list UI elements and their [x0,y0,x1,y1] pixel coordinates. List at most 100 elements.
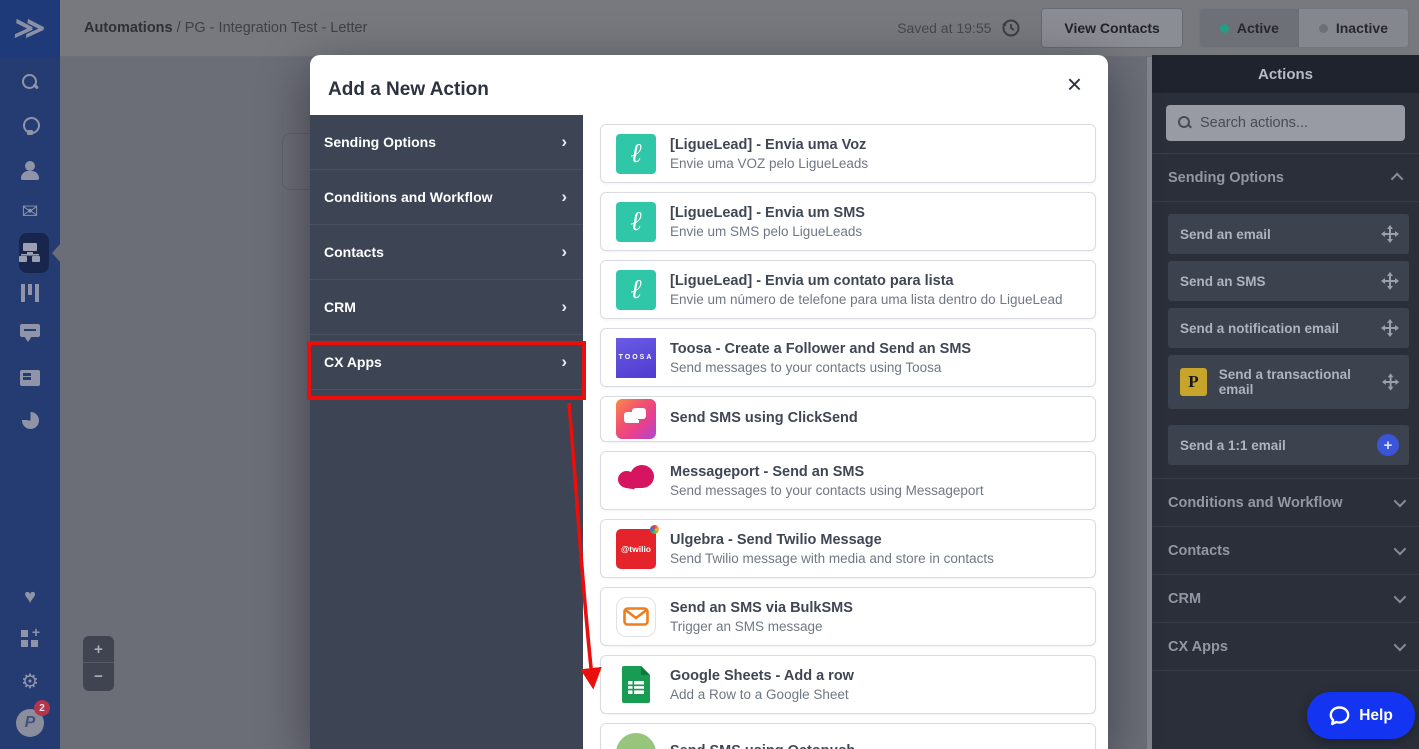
sending-options-items: Send an email Send an SMS Send a notific… [1152,202,1419,479]
zoom-out-button[interactable]: − [83,663,114,690]
list-item-toosa[interactable]: TOOSA Toosa - Create a Follower and Send… [600,328,1096,387]
action-send-1-1-email[interactable]: Send a 1:1 email + [1168,425,1409,465]
modal-category-menu: Sending Options› Conditions and Workflow… [310,115,583,749]
browser-window-icon [20,370,40,386]
list-item-messageport[interactable]: Messageport - Send an SMSSend messages t… [600,451,1096,510]
sidebar-item-sites[interactable] [0,358,60,398]
menu-contacts[interactable]: Contacts› [310,225,583,280]
menu-sending-options[interactable]: Sending Options› [310,115,583,170]
chevron-down-icon [1394,543,1407,556]
top-bar: Automations / PG - Integration Test - Le… [60,0,1419,57]
group-conditions-workflow[interactable]: Conditions and Workflow [1152,479,1419,527]
toggle-active[interactable]: Active [1200,9,1299,47]
person-icon [20,161,40,179]
action-list: ℓ [LigueLead] - Envia uma VozEnvie uma V… [583,115,1108,749]
modal-title: Add a New Action [328,79,489,101]
group-contacts[interactable]: Contacts [1152,527,1419,575]
search-icon [1178,116,1192,130]
sidebar-item-apps[interactable] [0,619,60,659]
sidebar-item-search[interactable] [0,62,60,102]
chevron-up-icon [1391,173,1404,186]
group-cx-apps[interactable]: CX Apps [1152,623,1419,671]
canvas-zoom-controls: + − [83,636,114,691]
kanban-icon [21,284,39,302]
liguelead-icon: ℓ [616,270,656,310]
toggle-inactive[interactable]: Inactive [1299,9,1408,47]
menu-conditions-workflow[interactable]: Conditions and Workflow› [310,170,583,225]
list-item-ulgebra-twilio[interactable]: @twilio Ulgebra - Send Twilio MessageSen… [600,519,1096,578]
help-button[interactable]: Help [1307,692,1415,739]
active-inactive-toggle: Active Inactive [1199,8,1409,48]
sidebar-item-automations[interactable] [0,233,60,273]
close-icon[interactable]: × [1067,71,1082,97]
saved-status: Saved at 19:55 [897,20,991,36]
plus-circle-icon[interactable]: + [1377,434,1399,456]
view-contacts-button[interactable]: View Contacts [1041,8,1182,48]
list-item-liguelead-sms[interactable]: ℓ [LigueLead] - Envia um SMSEnvie um SMS… [600,192,1096,251]
list-item-liguelead-voz[interactable]: ℓ [LigueLead] - Envia uma VozEnvie uma V… [600,124,1096,183]
sidebar-item-ideas[interactable] [0,106,60,146]
chevron-down-icon [1394,495,1407,508]
chevron-right-icon: › [561,132,567,152]
sidebar-item-contacts[interactable] [0,150,60,190]
action-send-transactional-email[interactable]: P Send a transactional email [1168,355,1409,409]
list-item-liguelead-contato[interactable]: ℓ [LigueLead] - Envia um contato para li… [600,260,1096,319]
chevron-right-icon: › [561,242,567,262]
move-icon[interactable] [1381,225,1399,243]
chevron-right-icon: › [561,297,567,317]
google-sheets-icon [616,665,656,705]
toosa-icon: TOOSA [616,338,656,378]
sidebar-item-email[interactable]: ✉ [0,192,60,232]
action-send-notification-email[interactable]: Send a notification email [1168,308,1409,348]
actions-panel: Actions Sending Options Send an email Se… [1152,55,1419,749]
move-icon[interactable] [1381,319,1399,337]
gear-icon: ⚙ [21,672,39,692]
logo-chevrons-icon: ≫ [12,11,47,46]
action-send-sms[interactable]: Send an SMS [1168,261,1409,301]
history-icon[interactable] [1001,18,1021,38]
help-chat-icon [1329,706,1350,726]
breadcrumb-current: PG - Integration Test - Letter [185,20,368,36]
chevron-down-icon [1394,591,1407,604]
pie-chart-icon [22,412,39,429]
move-icon[interactable] [1381,272,1399,290]
zoom-in-button[interactable]: + [83,636,114,663]
sidebar-item-settings[interactable]: ⚙ [0,662,60,702]
sidebar-item-kanban[interactable] [0,273,60,313]
chevron-right-icon: › [561,187,567,207]
color-dot-icon [650,525,659,534]
sidebar-item-conversations[interactable] [0,313,60,353]
move-icon[interactable] [1382,373,1399,391]
active-item-notch [52,243,61,263]
active-dot-icon [1220,24,1229,33]
list-item-octopush[interactable]: Send SMS using Octopush [600,723,1096,749]
apps-plus-icon [21,630,39,648]
group-sending-options[interactable]: Sending Options [1152,154,1419,202]
messageport-icon [616,461,656,501]
sidebar-item-reports[interactable] [0,400,60,440]
annotation-highlight-box [307,341,586,400]
list-item-bulksms[interactable]: Send an SMS via BulkSMSTrigger an SMS me… [600,587,1096,646]
liguelead-icon: ℓ [616,202,656,242]
list-item-clicksend[interactable]: Send SMS using ClickSend [600,396,1096,442]
chevron-down-icon [1394,639,1407,652]
search-icon [21,73,39,91]
breadcrumb-automations[interactable]: Automations [84,20,173,36]
bulksms-envelope-icon [616,597,656,637]
app-logo[interactable]: ≫ [0,0,60,57]
list-item-google-sheets[interactable]: Google Sheets - Add a rowAdd a Row to a … [600,655,1096,714]
action-send-email[interactable]: Send an email [1168,214,1409,254]
sidebar-item-app-logo[interactable]: P [0,703,60,743]
add-action-modal: Add a New Action × Sending Options› Cond… [310,55,1108,749]
notification-badge: 2 [34,700,50,716]
search-actions-input[interactable] [1166,105,1405,141]
group-crm[interactable]: CRM [1152,575,1419,623]
breadcrumb: Automations / PG - Integration Test - Le… [84,20,367,36]
octopush-icon [616,733,656,749]
automation-sitemap-icon [19,243,41,263]
heart-icon: ♥ [24,587,36,607]
sidebar-item-favorites[interactable]: ♥ [0,577,60,617]
twilio-icon: @twilio [616,529,656,569]
menu-crm[interactable]: CRM› [310,280,583,335]
actions-panel-title: Actions [1152,55,1419,93]
